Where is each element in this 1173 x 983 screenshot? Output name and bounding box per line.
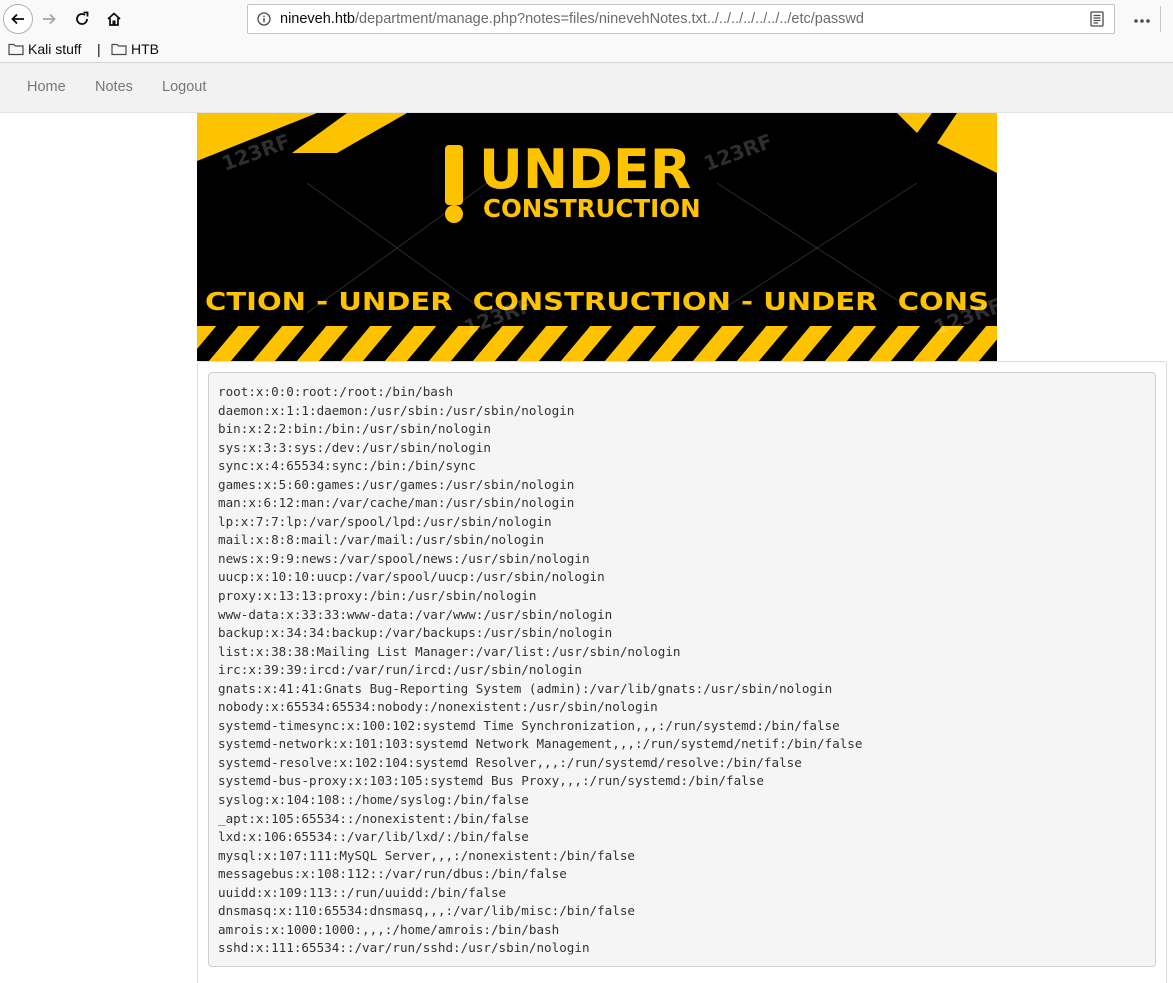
banner-graphic: UNDER CONSTRUCTION CTION - UNDER CONSTRU… bbox=[197, 113, 997, 361]
passwd-line: gnats:x:41:41:Gnats Bug-Reporting System… bbox=[218, 680, 833, 696]
under-construction-banner: UNDER CONSTRUCTION CTION - UNDER CONSTRU… bbox=[197, 113, 997, 361]
passwd-line: amrois:x:1000:1000:,,,:/home/amrois:/bin… bbox=[218, 921, 560, 937]
back-arrow-icon bbox=[11, 13, 24, 25]
bookmark-separator: | bbox=[97, 41, 101, 57]
nav-logout-link[interactable]: Logout bbox=[162, 79, 206, 95]
forward-button[interactable] bbox=[34, 4, 64, 34]
passwd-line: lxd:x:106:65534::/var/lib/lxd/:/bin/fals… bbox=[218, 829, 529, 845]
info-icon[interactable] bbox=[256, 11, 272, 27]
reload-button[interactable] bbox=[67, 4, 97, 34]
nav-home-link[interactable]: Home bbox=[27, 79, 66, 95]
bookmark-htb[interactable]: HTB bbox=[111, 41, 159, 57]
browser-toolbar: nineveh.htb/department/manage.php?notes=… bbox=[0, 0, 1173, 38]
passwd-line: syslog:x:104:108::/home/syslog:/bin/fals… bbox=[218, 792, 529, 808]
passwd-line: root:x:0:0:root:/root:/bin/bash bbox=[218, 384, 454, 399]
bookmark-label: HTB bbox=[131, 41, 159, 57]
passwd-line: uucp:x:10:10:uucp:/var/spool/uucp:/usr/s… bbox=[218, 569, 605, 585]
bookmark-label: Kali stuff bbox=[28, 41, 82, 57]
passwd-line: proxy:x:13:13:proxy:/bin:/usr/sbin/nolog… bbox=[218, 588, 537, 604]
folder-icon bbox=[111, 43, 127, 56]
folder-icon bbox=[8, 43, 24, 56]
forward-arrow-icon bbox=[43, 13, 56, 25]
passwd-line: news:x:9:9:news:/var/spool/news:/usr/sbi… bbox=[218, 550, 590, 566]
passwd-line: irc:x:39:39:ircd:/var/run/ircd:/usr/sbin… bbox=[218, 662, 582, 678]
passwd-line: nobody:x:65534:65534:nobody:/nonexistent… bbox=[218, 699, 658, 715]
home-button[interactable] bbox=[99, 4, 129, 34]
passwd-line: bin:x:2:2:bin:/bin:/usr/sbin/nologin bbox=[218, 421, 491, 437]
url-bar[interactable]: nineveh.htb/department/manage.php?notes=… bbox=[247, 4, 1115, 34]
toolbar-divider bbox=[1160, 6, 1161, 32]
back-button[interactable] bbox=[3, 4, 33, 34]
banner-ticker: CTION - UNDER CONSTRUCTION - UNDER CONS bbox=[205, 287, 989, 316]
passwd-output: root:x:0:0:root:/root:/bin/bash daemon:x:… bbox=[208, 372, 1156, 967]
home-icon bbox=[107, 12, 121, 26]
passwd-line: mail:x:8:8:mail:/var/mail:/usr/sbin/nolo… bbox=[218, 532, 545, 548]
passwd-line: daemon:x:1:1:daemon:/usr/sbin:/usr/sbin/… bbox=[218, 402, 575, 418]
nav-notes-link[interactable]: Notes bbox=[95, 79, 133, 95]
url-host: nineveh.htb bbox=[280, 11, 355, 27]
passwd-line: man:x:6:12:man:/var/cache/man:/usr/sbin/… bbox=[218, 495, 575, 511]
reader-view-icon[interactable] bbox=[1090, 11, 1104, 32]
url-text[interactable]: nineveh.htb/department/manage.php?notes=… bbox=[280, 11, 864, 27]
passwd-line: sys:x:3:3:sys:/dev:/usr/sbin/nologin bbox=[218, 439, 491, 455]
passwd-line: sshd:x:111:65534::/var/run/sshd:/usr/sbi… bbox=[218, 940, 590, 956]
site-navbar: Home Notes Logout bbox=[0, 63, 1173, 113]
passwd-line: list:x:38:38:Mailing List Manager:/var/l… bbox=[218, 643, 681, 659]
passwd-line: systemd-network:x:101:103:systemd Networ… bbox=[218, 736, 863, 752]
passwd-line: lp:x:7:7:lp:/var/spool/lpd:/usr/sbin/nol… bbox=[218, 513, 552, 529]
page-actions-icon[interactable] bbox=[1133, 11, 1151, 29]
passwd-line: backup:x:34:34:backup:/var/backups:/usr/… bbox=[218, 625, 613, 641]
passwd-line: sync:x:4:65534:sync:/bin:/bin/sync bbox=[218, 458, 476, 474]
bookmarks-bar: Kali stuff | HTB bbox=[0, 38, 1173, 63]
passwd-line: dnsmasq:x:110:65534:dnsmasq,,,:/var/lib/… bbox=[218, 903, 636, 919]
passwd-line: uuidd:x:109:113::/run/uuidd:/bin/false bbox=[218, 884, 507, 900]
banner-title: UNDER bbox=[479, 138, 691, 201]
passwd-line: mysql:x:107:111:MySQL Server,,,:/nonexis… bbox=[218, 847, 636, 863]
passwd-line: messagebus:x:108:112::/var/run/dbus:/bin… bbox=[218, 866, 567, 882]
passwd-line: _apt:x:105:65534::/nonexistent:/bin/fals… bbox=[218, 810, 529, 826]
passwd-line: systemd-timesync:x:100:102:systemd Time … bbox=[218, 717, 840, 733]
banner-subtitle: CONSTRUCTION bbox=[483, 194, 701, 223]
passwd-line: systemd-bus-proxy:x:103:105:systemd Bus … bbox=[218, 773, 764, 789]
passwd-line: systemd-resolve:x:102:104:systemd Resolv… bbox=[218, 754, 802, 770]
reload-icon bbox=[76, 11, 89, 25]
passwd-line: games:x:5:60:games:/usr/games:/usr/sbin/… bbox=[218, 476, 575, 492]
bookmark-kali-stuff[interactable]: Kali stuff bbox=[8, 41, 81, 57]
passwd-line: www-data:x:33:33:www-data:/var/www:/usr/… bbox=[218, 606, 613, 622]
url-path: /department/manage.php?notes=files/ninev… bbox=[354, 11, 864, 27]
